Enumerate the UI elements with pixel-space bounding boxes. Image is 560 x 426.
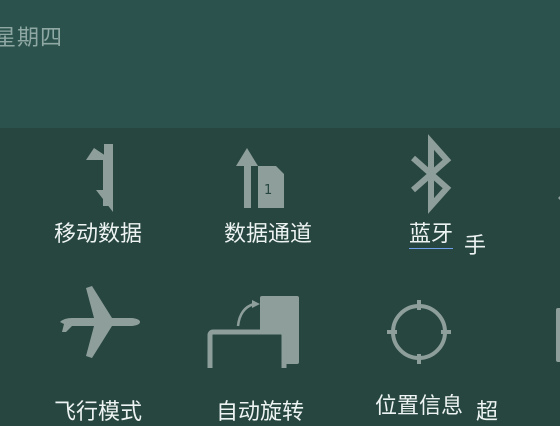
weekday-label: 星期四	[0, 26, 64, 51]
bluetooth-icon	[411, 134, 452, 214]
tile-mobile-data[interactable]: 移动数据	[28, 128, 168, 268]
quick-settings-panel: 移动数据 1 数据通道 蓝牙 手 飞行模式 自动旋转 位置信息 超	[0, 128, 560, 425]
airplane-icon	[60, 286, 140, 358]
auto-rotate-icon	[207, 296, 299, 368]
tile-airplane-mode[interactable]: 飞行模式	[28, 268, 168, 425]
location-icon	[387, 300, 451, 364]
svg-text:1: 1	[264, 183, 272, 198]
tile-location[interactable]: 位置信息	[349, 268, 489, 419]
tile-auto-rotate[interactable]: 自动旋转	[190, 268, 330, 425]
tile-label: 数据通道	[223, 222, 312, 247]
tile-label: 手	[464, 234, 487, 259]
tile-label: 位置信息	[374, 394, 463, 419]
power-saving-icon	[556, 308, 560, 362]
tile-label: 超	[476, 400, 499, 425]
status-bar-area: 星期四	[0, 0, 560, 128]
sim-card-icon: 1	[236, 148, 284, 208]
tile-data-channel[interactable]: 1 数据通道	[198, 128, 338, 268]
flashlight-icon	[558, 196, 560, 200]
tile-flashlight[interactable]: 手	[464, 128, 560, 268]
tile-label: 飞行模式	[53, 400, 142, 425]
tile-label: 自动旋转	[215, 400, 304, 425]
tile-label: 移动数据	[53, 222, 142, 247]
data-arrows-icon	[86, 144, 113, 212]
tile-power-saving[interactable]: 超	[476, 268, 560, 425]
